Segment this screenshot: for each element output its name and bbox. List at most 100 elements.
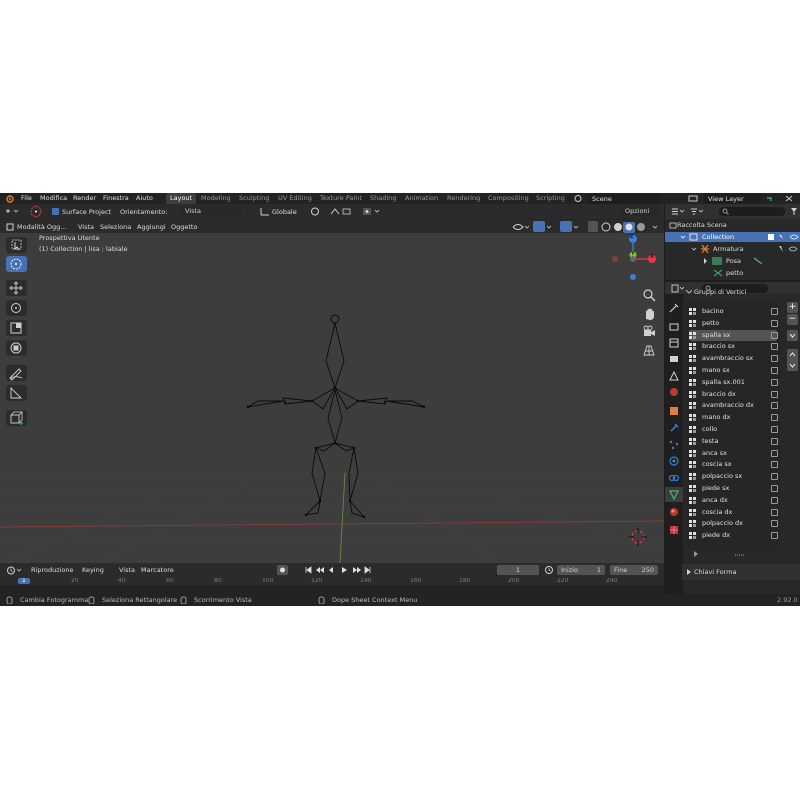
pan-hand-icon[interactable] <box>642 307 656 321</box>
header-menu-vista[interactable]: Vista <box>78 223 94 231</box>
panel-collapse-icon[interactable] <box>686 289 692 295</box>
scene-icon[interactable] <box>574 195 582 202</box>
vertex-group-row[interactable]: mano dx <box>689 412 778 423</box>
vertex-group-row[interactable]: anca dx <box>689 495 778 506</box>
tab-layout[interactable]: Layout <box>166 193 197 204</box>
lock-icon[interactable] <box>771 308 778 315</box>
lock-icon[interactable] <box>771 449 778 457</box>
armature-toggles[interactable] <box>777 245 799 253</box>
scene-tab-icon[interactable] <box>668 370 680 382</box>
view-layer-selector[interactable]: View Layer <box>704 193 762 204</box>
header-menu-oggetto[interactable]: Oggetto <box>171 223 197 231</box>
physics-tab-icon[interactable] <box>668 455 680 467</box>
vertex-group-row[interactable]: piede dx <box>689 530 778 541</box>
texture-tab-icon[interactable] <box>668 524 680 536</box>
collection-toggles[interactable] <box>767 233 799 241</box>
vertex-group-row[interactable]: anca sx <box>689 448 778 459</box>
tool-tweak[interactable] <box>6 237 27 253</box>
tool-add-cube[interactable] <box>6 410 27 426</box>
record-button[interactable] <box>277 565 288 575</box>
lock-icon[interactable] <box>771 496 778 504</box>
lock-icon[interactable] <box>771 390 778 398</box>
vertex-group-row[interactable]: mano sx <box>689 365 778 376</box>
perspective-grid-icon[interactable] <box>642 343 656 357</box>
xray-toggle-button[interactable] <box>588 221 598 232</box>
options-dropdown[interactable]: Opzioni <box>621 206 659 216</box>
scene-selector[interactable]: Scene <box>588 193 660 204</box>
header-menu-aggiungi[interactable]: Aggiungi <box>137 223 166 231</box>
constraints-tab-icon[interactable] <box>668 472 680 484</box>
menu-file[interactable]: File <box>21 194 32 202</box>
object-tab-icon[interactable] <box>668 405 680 417</box>
vertex-group-row[interactable]: coscia sx <box>689 459 778 470</box>
menu-modifica[interactable]: Modifica <box>40 194 67 202</box>
tab-rendering[interactable]: Rendering <box>443 193 484 204</box>
frame-ruler[interactable]: 1 20 40 60 80 100 120 140 160 180 200 22… <box>0 578 664 584</box>
visibility-icon[interactable] <box>512 222 530 232</box>
modifiers-tab-icon[interactable] <box>668 422 680 434</box>
outliner-row-petto[interactable]: petto <box>665 267 800 278</box>
shading-dropdown-icon[interactable] <box>652 222 660 232</box>
vertex-group-row[interactable]: braccio sx <box>689 341 778 352</box>
overlay-toggle-button[interactable] <box>560 221 572 232</box>
vertex-group-row[interactable]: avambraccio sx <box>689 353 778 364</box>
surface-project-checkbox[interactable] <box>52 208 59 215</box>
start-frame-field[interactable]: Inizio 1 <box>557 565 605 575</box>
3d-viewport[interactable]: Prospettiva Utente (1) Collection | lisa… <box>0 233 664 563</box>
outliner-search-input[interactable] <box>719 207 785 216</box>
timeline-track-area[interactable] <box>0 585 664 594</box>
lock-icon[interactable] <box>771 378 778 386</box>
end-frame-field[interactable]: Fine 250 <box>610 565 658 575</box>
remove-layer-icon[interactable] <box>784 195 794 202</box>
tool-tab-icon[interactable] <box>668 302 680 314</box>
particles-tab-icon[interactable] <box>668 439 680 451</box>
lock-icon[interactable] <box>771 343 778 351</box>
view-layer-tab-icon[interactable] <box>668 353 680 365</box>
timeline-menu-keying[interactable]: Keying <box>82 566 104 574</box>
vertex-group-move-buttons[interactable] <box>787 349 798 371</box>
tab-texture-paint[interactable]: Texture Paint <box>316 193 366 204</box>
playback-controls[interactable] <box>304 565 372 575</box>
material-tab-icon[interactable] <box>668 506 680 518</box>
vertex-group-row[interactable]: polpaccio dx <box>689 518 778 529</box>
mode-selector[interactable]: Modalità Ogg... <box>17 223 66 231</box>
tool-rotate[interactable] <box>6 300 27 316</box>
lock-icon[interactable] <box>771 532 778 540</box>
orientation-dropdown[interactable]: Vista <box>181 206 241 216</box>
outliner-row-posa[interactable]: Posa <box>665 255 800 266</box>
lock-icon[interactable] <box>771 402 778 410</box>
armature-skeleton[interactable] <box>0 233 664 563</box>
lock-icon[interactable] <box>771 473 778 481</box>
lock-icon[interactable] <box>771 508 778 516</box>
filter-icon[interactable] <box>690 207 704 216</box>
output-tab-icon[interactable] <box>668 337 680 349</box>
vertex-group-row[interactable]: coscia dx <box>689 507 778 518</box>
vertex-group-row[interactable]: spalla sx.001 <box>689 377 778 388</box>
gizmo-dropdown-icon[interactable] <box>546 222 554 232</box>
render-tab-icon[interactable] <box>668 321 680 333</box>
lock-icon[interactable] <box>771 355 778 363</box>
outliner-row-collection[interactable]: Collection <box>665 232 800 242</box>
funnel-icon[interactable] <box>790 207 798 216</box>
transform-orientation-icon[interactable] <box>260 207 270 216</box>
editor-type-icon[interactable] <box>5 207 19 216</box>
timeline-menu-vista[interactable]: Vista <box>119 566 135 574</box>
clock-icon[interactable] <box>6 566 22 575</box>
tool-scale[interactable] <box>6 320 27 336</box>
world-tab-icon[interactable] <box>668 386 680 398</box>
proportional-edit-icon[interactable] <box>362 207 382 216</box>
tab-compositing[interactable]: Compositing <box>484 193 533 204</box>
outliner-row-armature[interactable]: Armatura <box>665 243 800 254</box>
vertex-group-row[interactable]: collo <box>689 424 778 435</box>
vertex-group-row[interactable]: petto <box>689 318 778 329</box>
properties-editor-icon[interactable] <box>671 284 685 293</box>
lock-icon[interactable] <box>771 437 778 445</box>
lock-icon[interactable] <box>771 485 778 492</box>
object-mode-icon[interactable] <box>6 223 14 231</box>
tab-animation[interactable]: Animation <box>401 193 442 204</box>
snap-icon[interactable] <box>330 207 352 216</box>
vertex-group-row[interactable]: braccio dx <box>689 389 778 400</box>
tab-sculpting[interactable]: Sculpting <box>235 193 273 204</box>
tool-annotate[interactable] <box>6 365 27 381</box>
menu-finestra[interactable]: Finestra <box>103 194 129 202</box>
